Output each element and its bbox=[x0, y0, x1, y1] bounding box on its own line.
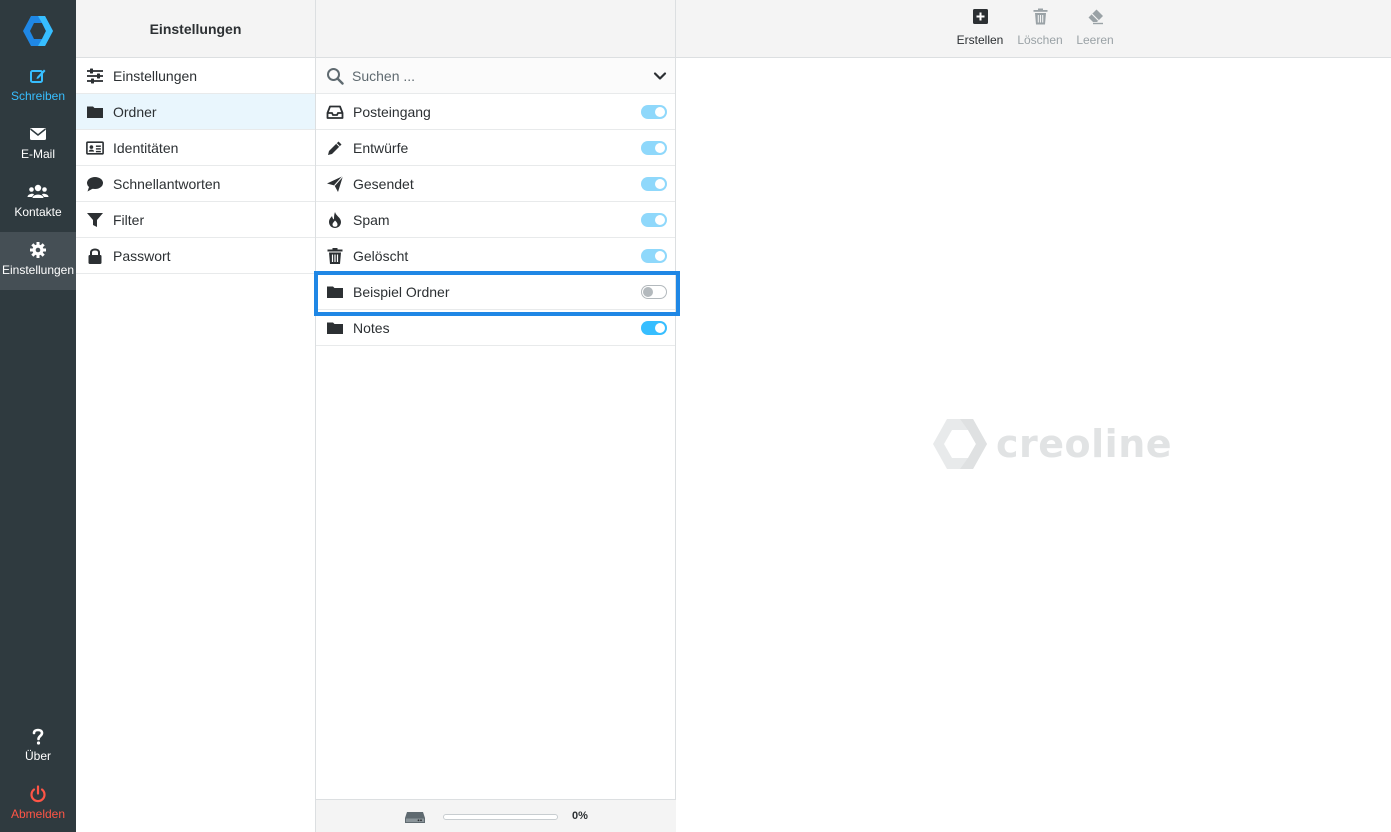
subscription-toggle[interactable] bbox=[641, 320, 667, 335]
trash-icon bbox=[1014, 8, 1066, 28]
section-folders-label: Ordner bbox=[113, 103, 157, 120]
subscription-toggle[interactable] bbox=[641, 104, 667, 119]
brand-logo-icon bbox=[933, 419, 987, 469]
storage-drive-icon bbox=[405, 812, 425, 823]
inbox-icon bbox=[326, 103, 344, 121]
search-icon bbox=[327, 67, 344, 85]
folder-row-example[interactable]: Beispiel Ordner bbox=[316, 274, 675, 310]
section-folders[interactable]: Ordner bbox=[76, 94, 315, 130]
search-input[interactable] bbox=[352, 67, 653, 84]
brand-watermark-text: creoline bbox=[996, 422, 1173, 466]
subscription-toggle[interactable] bbox=[641, 284, 667, 299]
rail-contacts[interactable]: Kontakte bbox=[0, 174, 76, 232]
pencil-icon bbox=[326, 139, 344, 157]
content-panel: Erstellen Löschen Leeren creoline bbox=[676, 0, 1391, 832]
folder-name: Spam bbox=[353, 211, 390, 228]
folders-panel: Posteingang Entwürfe Gesendet Spam Gelös… bbox=[316, 0, 676, 832]
filter-icon bbox=[86, 211, 104, 229]
folder-row-drafts[interactable]: Entwürfe bbox=[316, 130, 675, 166]
section-filter-label: Filter bbox=[113, 211, 145, 228]
nav-rail: Schreiben E-Mail Kontakte Einstellungen … bbox=[0, 0, 76, 832]
power-icon bbox=[0, 785, 76, 805]
section-filter[interactable]: Filter bbox=[76, 202, 315, 238]
empty-button[interactable]: Leeren bbox=[1072, 8, 1118, 47]
folder-name: Beispiel Ordner bbox=[353, 283, 450, 300]
create-button-label: Erstellen bbox=[956, 33, 1004, 47]
gear-icon bbox=[0, 241, 76, 261]
eraser-icon bbox=[1072, 8, 1118, 28]
rail-mail[interactable]: E-Mail bbox=[0, 116, 76, 174]
rail-about-label: Über bbox=[24, 749, 51, 763]
lock-icon bbox=[86, 247, 104, 265]
create-button[interactable]: Erstellen bbox=[954, 8, 1006, 47]
folder-name: Posteingang bbox=[353, 103, 431, 120]
paper-plane-icon bbox=[326, 175, 344, 193]
folder-name: Notes bbox=[353, 319, 390, 336]
rail-settings[interactable]: Einstellungen bbox=[0, 232, 76, 290]
subscription-toggle[interactable] bbox=[641, 140, 667, 155]
section-responses-label: Schnellantworten bbox=[113, 175, 221, 192]
subscription-toggle[interactable] bbox=[641, 176, 667, 191]
settings-sections-panel: Einstellungen Einstellungen Ordner Ident… bbox=[76, 0, 316, 832]
subscription-toggle[interactable] bbox=[641, 212, 667, 227]
quota-percent: 0% bbox=[572, 810, 588, 822]
section-identities[interactable]: Identitäten bbox=[76, 130, 315, 166]
app-logo[interactable] bbox=[20, 13, 56, 49]
mail-icon bbox=[0, 125, 76, 145]
folder-icon bbox=[326, 283, 344, 301]
empty-button-label: Leeren bbox=[1076, 33, 1114, 47]
quota-bar: 0% bbox=[316, 799, 676, 832]
section-password-label: Passwort bbox=[113, 247, 171, 264]
id-card-icon bbox=[86, 139, 104, 157]
section-responses[interactable]: Schnellantworten bbox=[76, 166, 315, 202]
trash-icon bbox=[326, 247, 344, 265]
folder-row-trash[interactable]: Gelöscht bbox=[316, 238, 675, 274]
subscription-toggle[interactable] bbox=[641, 248, 667, 263]
folder-row-spam[interactable]: Spam bbox=[316, 202, 675, 238]
plus-square-icon bbox=[954, 8, 1006, 28]
toolbar: Erstellen Löschen Leeren bbox=[676, 0, 1391, 58]
folder-row-sent[interactable]: Gesendet bbox=[316, 166, 675, 202]
compose-icon bbox=[0, 67, 76, 87]
section-password[interactable]: Passwort bbox=[76, 238, 315, 274]
rail-compose-label: Schreiben bbox=[10, 89, 66, 103]
delete-button[interactable]: Löschen bbox=[1014, 8, 1066, 47]
folder-name: Gelöscht bbox=[353, 247, 409, 264]
sliders-icon bbox=[86, 67, 104, 85]
folder-icon bbox=[326, 319, 344, 337]
section-identities-label: Identitäten bbox=[113, 139, 179, 156]
contacts-icon bbox=[0, 183, 76, 203]
folder-name: Gesendet bbox=[353, 175, 414, 192]
folder-name: Entwürfe bbox=[353, 139, 409, 156]
rail-logout-label: Abmelden bbox=[10, 807, 66, 821]
rail-compose[interactable]: Schreiben bbox=[0, 58, 76, 116]
rail-contacts-label: Kontakte bbox=[14, 205, 62, 219]
section-general[interactable]: Einstellungen bbox=[76, 58, 315, 94]
rail-logout[interactable]: Abmelden bbox=[0, 776, 76, 832]
question-icon bbox=[0, 727, 76, 747]
folder-icon bbox=[86, 103, 104, 121]
brand-watermark: creoline bbox=[932, 418, 1172, 470]
speech-bubble-icon bbox=[86, 175, 104, 193]
fire-icon bbox=[326, 211, 344, 229]
chevron-down-icon[interactable] bbox=[653, 69, 667, 83]
folder-search bbox=[316, 58, 675, 94]
rail-mail-label: E-Mail bbox=[20, 147, 55, 161]
folders-header bbox=[316, 0, 675, 58]
rail-about[interactable]: Über bbox=[0, 718, 76, 776]
delete-button-label: Löschen bbox=[1017, 33, 1063, 47]
quota-progress bbox=[443, 814, 558, 820]
folder-row-inbox[interactable]: Posteingang bbox=[316, 94, 675, 130]
section-general-label: Einstellungen bbox=[113, 67, 198, 84]
folder-row-notes[interactable]: Notes bbox=[316, 310, 675, 346]
settings-title: Einstellungen bbox=[76, 0, 315, 58]
rail-settings-label: Einstellungen bbox=[1, 263, 75, 277]
